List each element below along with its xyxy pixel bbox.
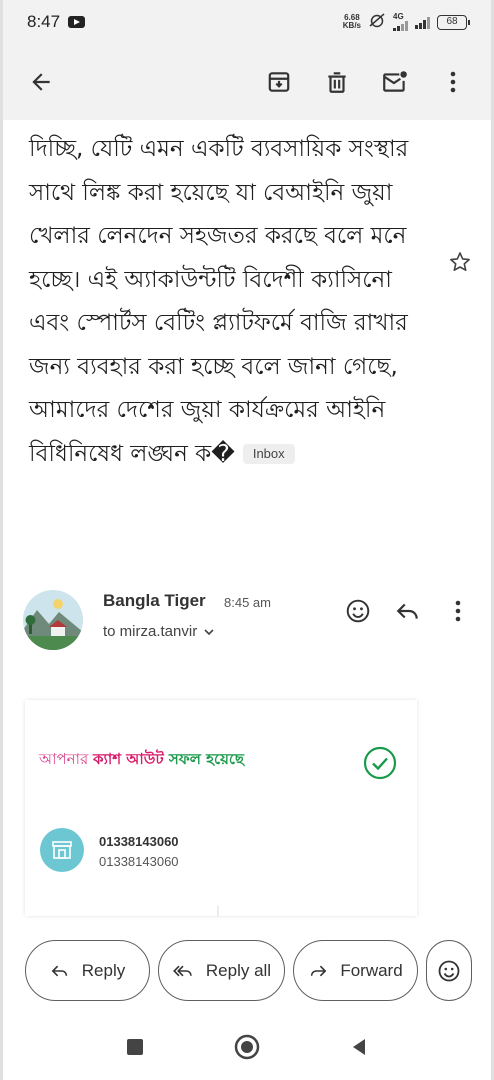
reply-action-bar: Reply Reply all Forward (3, 920, 491, 1020)
email-content: দিচ্ছি, যেটি এমন একটি ব্যবসায়িক সংস্থার… (3, 120, 491, 1080)
battery-indicator: 68 (437, 14, 470, 30)
reply-all-button[interactable]: Reply all (158, 940, 285, 1001)
recipient-details[interactable]: to mirza.tanvir (103, 623, 215, 640)
status-bar: 8:47 6.68 KB/s 4G 68 (3, 0, 491, 44)
card-title-part1: আপনার (39, 750, 94, 768)
status-left: 8:47 (27, 12, 86, 32)
network-speed: 6.68 KB/s (343, 14, 361, 30)
reply-icon (396, 603, 418, 619)
account-number: 01338143060 (99, 834, 179, 849)
star-outline-icon (450, 252, 470, 271)
alarm-off-icon (368, 12, 386, 32)
forward-icon (311, 965, 327, 976)
reply-icon (51, 965, 67, 976)
merchant-icon (40, 828, 84, 872)
recipient-text: to mirza.tanvir (103, 623, 198, 640)
card-title: আপনার ক্যাশ আউট সফল হয়েছে (39, 748, 244, 773)
more-options-button[interactable] (431, 60, 475, 104)
inbox-label[interactable]: Inbox (242, 444, 295, 464)
mark-unread-button[interactable] (373, 60, 417, 104)
archive-button[interactable] (257, 60, 301, 104)
emoji-react-button[interactable] (426, 940, 472, 1001)
recents-button[interactable] (120, 1032, 150, 1062)
emoji-reaction-button[interactable] (343, 596, 373, 626)
system-nav-bar (3, 1013, 491, 1080)
emoji-icon (346, 599, 370, 623)
sender-actions (343, 596, 473, 626)
cash-out-card: আপনার ক্যাশ আউট সফল হয়েছে 01338143060 0… (25, 700, 417, 916)
sender-time: 8:45 am (224, 595, 271, 610)
reply-icon-button[interactable] (393, 596, 423, 626)
account-subtext: 01338143060 (99, 854, 179, 869)
delete-icon (328, 72, 346, 93)
back-arrow-icon (32, 73, 50, 91)
network-speed-unit: KB/s (342, 21, 361, 30)
card-title-part3: সফল হয়েছে (163, 750, 245, 768)
delete-button[interactable] (315, 60, 359, 104)
network-type: 4G (393, 12, 404, 21)
card-title-part2: ক্যাশ আউট (93, 750, 164, 768)
chevron-down-icon (204, 628, 214, 635)
card-divider (217, 906, 219, 916)
sender-more-button[interactable] (443, 596, 473, 626)
email-body: দিচ্ছি, যেটি এমন একটি ব্যবসায়িক সংস্থার… (29, 128, 429, 476)
email-body-text: দিচ্ছি, যেটি এমন একটি ব্যবসায়িক সংস্থার… (29, 136, 409, 467)
check-circle-icon (363, 746, 397, 780)
reply-all-icon (172, 965, 192, 976)
signal-bars-2-icon (415, 15, 430, 29)
email-toolbar (3, 44, 491, 120)
forward-label: Forward (340, 960, 403, 980)
avatar[interactable] (23, 590, 83, 650)
battery-level: 68 (446, 15, 458, 27)
archive-icon (268, 72, 290, 92)
recents-square-icon (127, 1038, 143, 1055)
emoji-icon (438, 960, 460, 981)
back-nav-button[interactable] (344, 1032, 374, 1062)
sender-name: Bangla Tiger (103, 591, 206, 610)
status-right: 6.68 KB/s 4G 68 (343, 12, 470, 32)
reply-all-label: Reply all (205, 960, 272, 980)
back-button[interactable] (19, 60, 63, 104)
star-button[interactable] (444, 246, 476, 278)
reply-button[interactable]: Reply (25, 940, 150, 1001)
signal-4g: 4G (393, 13, 408, 31)
back-triangle-icon (353, 1038, 365, 1055)
avatar-image (23, 590, 83, 650)
reply-label: Reply (81, 960, 126, 980)
status-time: 8:47 (27, 12, 61, 31)
more-vert-icon (450, 71, 456, 93)
youtube-notification-icon (68, 16, 86, 28)
signal-bars-icon (393, 21, 408, 31)
mark-unread-icon (383, 71, 407, 92)
home-circle-icon (234, 1034, 260, 1059)
more-vert-icon (455, 600, 461, 622)
home-button[interactable] (232, 1032, 262, 1062)
forward-button[interactable]: Forward (293, 940, 418, 1001)
sender-row: Bangla Tiger 8:45 am to mirza.tanvir (23, 588, 473, 652)
